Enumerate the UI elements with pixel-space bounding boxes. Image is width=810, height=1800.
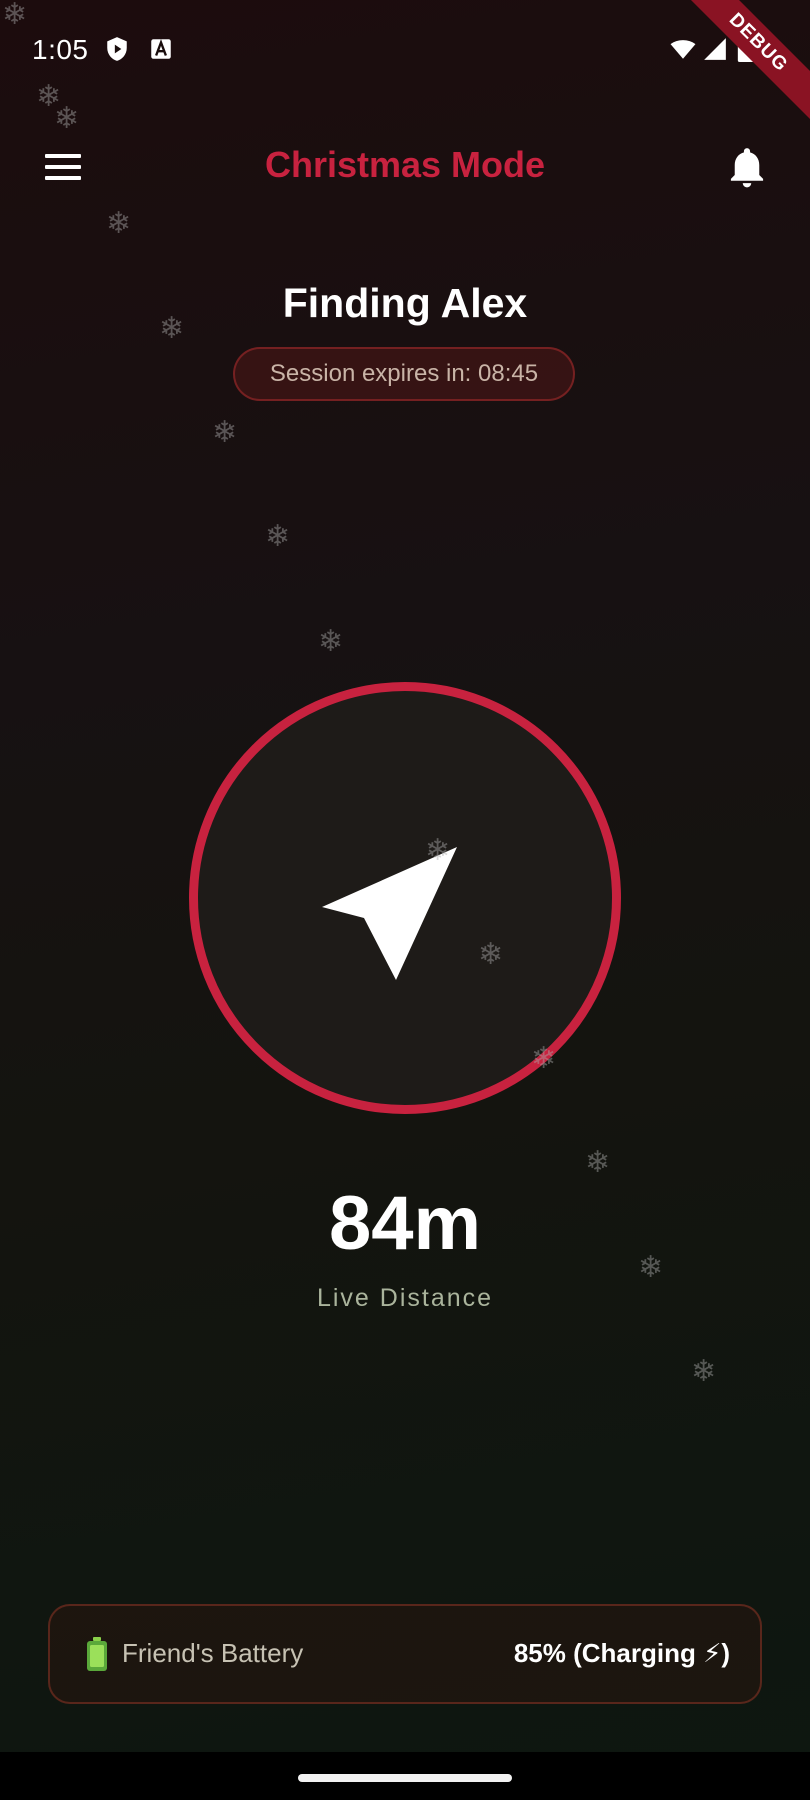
battery-label: Friend's Battery: [122, 1638, 304, 1668]
font-a-icon: [151, 39, 171, 59]
wifi-icon: [670, 40, 696, 59]
snowflake: ❄: [478, 937, 504, 972]
snowflake: ❄: [318, 624, 344, 659]
shield-play-icon: [107, 37, 127, 61]
cell-signal-icon: [704, 38, 726, 60]
page-title: Finding Alex: [282, 280, 528, 326]
snowflake: ❄: [531, 1041, 557, 1076]
distance-value: 84m: [328, 1181, 482, 1266]
home-indicator[interactable]: [298, 1774, 512, 1782]
snowflake: ❄: [265, 519, 291, 554]
status-bar: 1:05: [0, 0, 810, 100]
snowflake: ❄: [691, 1354, 717, 1389]
distance-label: Live Distance: [316, 1284, 494, 1312]
snowflake: ❄: [106, 206, 132, 241]
snowflake: ❄: [585, 1145, 611, 1180]
status-time: 1:05: [32, 34, 89, 65]
snowflake: ❄: [212, 415, 238, 450]
bell-icon[interactable]: [724, 144, 770, 190]
friend-battery-card: Friend's Battery 85% (Charging ⚡): [48, 1604, 762, 1704]
screen: ❄ ❄ ❄ ❄ ❄ ❄ ❄ ❄ ❄ 1:05 DEBUG Chris: [0, 0, 810, 1800]
snowflake: ❄: [54, 101, 80, 136]
app-title: Christmas Mode: [264, 144, 546, 185]
battery-full-icon: [87, 1637, 107, 1671]
battery-value: 85% (Charging ⚡): [513, 1638, 730, 1668]
session-timer-badge: Session expires in: 08:45: [233, 347, 575, 401]
snowflake: ❄: [425, 833, 451, 868]
